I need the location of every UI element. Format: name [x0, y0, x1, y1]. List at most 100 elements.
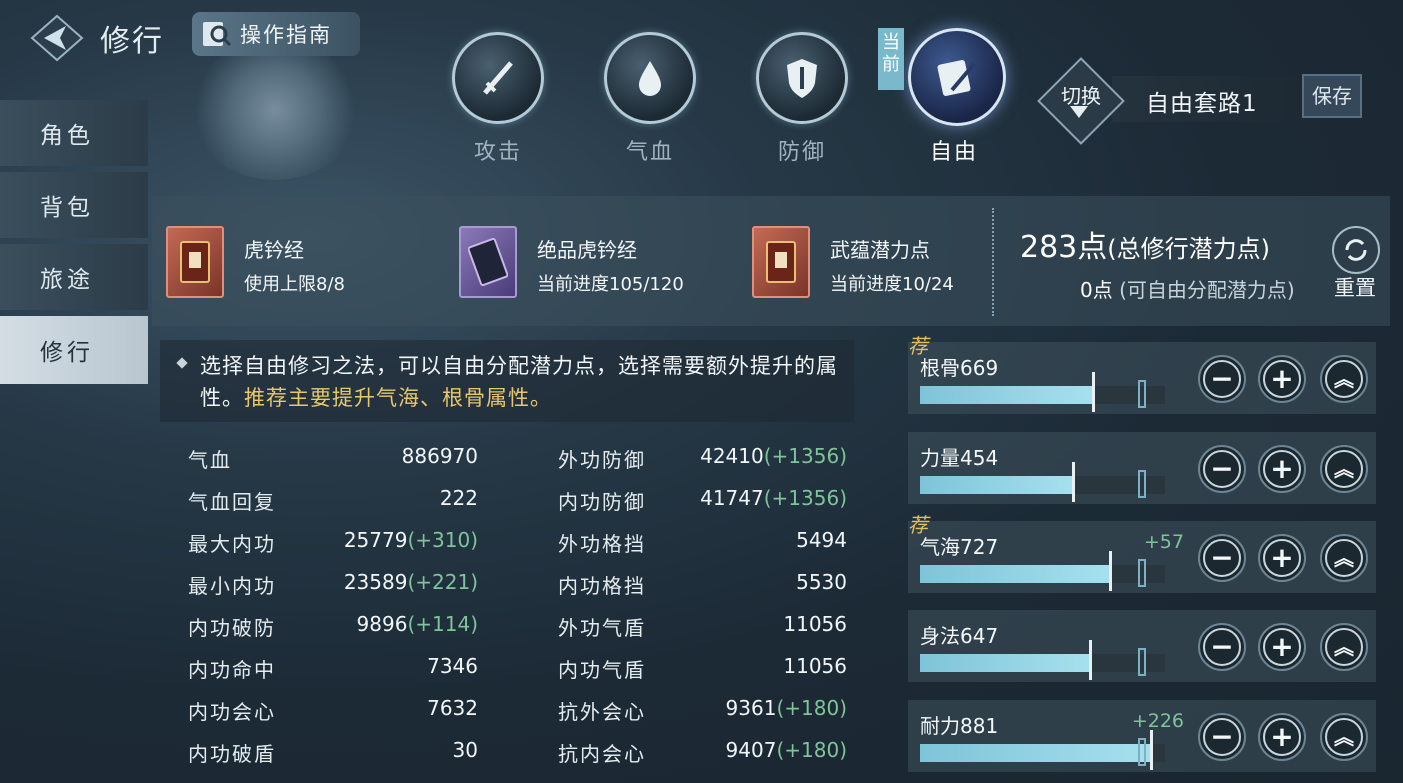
attribute-name: 根骨669 — [920, 356, 999, 380]
stat-value: 886970 — [402, 444, 478, 468]
description-highlight: 推荐主要提升气海、根骨属性。 — [244, 386, 552, 410]
minus-button[interactable]: − — [1198, 534, 1246, 582]
book-icon — [766, 241, 796, 283]
stat-value-number: 5494 — [796, 528, 847, 552]
max-button[interactable]: ︽ — [1320, 713, 1368, 761]
guide-label: 操作指南 — [240, 23, 332, 47]
stat-label: 抗内会心 — [558, 742, 646, 766]
free-points-label: (可自由分配潜力点) — [1119, 278, 1295, 302]
sidebar-item-cultivation[interactable]: 修行 — [0, 316, 148, 384]
book-icon — [180, 241, 210, 283]
attribute-bar-fill — [920, 744, 1150, 762]
switch-label: 切换 — [1061, 84, 1101, 108]
stat-value: 11056 — [783, 612, 847, 636]
stat-value: 41747(+1356) — [700, 486, 847, 510]
attribute-name: 气海727 — [920, 535, 999, 559]
double-up-icon: ︽ — [1325, 718, 1363, 756]
tab-free-label: 自由 — [929, 140, 978, 165]
back-arrow-icon — [30, 14, 84, 62]
tab-defense[interactable] — [756, 32, 848, 124]
total-points-value: 283点 — [1020, 230, 1108, 265]
stat-value-number: 5530 — [796, 570, 847, 594]
stat-bonus: (+180) — [776, 738, 847, 762]
plus-icon: + — [1263, 450, 1301, 488]
tab-defense-label: 防御 — [777, 140, 826, 165]
max-button[interactable]: ︽ — [1320, 355, 1368, 403]
sidebar-item-journey[interactable]: 旅途 — [0, 244, 148, 310]
attribute-bar-handle[interactable] — [1092, 372, 1095, 412]
minus-button[interactable]: − — [1198, 445, 1246, 493]
attribute-bar-handle[interactable] — [1150, 730, 1153, 770]
material-name: 武蕴潜力点 — [830, 238, 930, 262]
attribute-bar-marker — [1138, 738, 1146, 766]
attribute-bar-handle[interactable] — [1072, 462, 1075, 502]
attribute-name: 身法647 — [920, 624, 999, 648]
sword-icon — [483, 61, 513, 95]
attribute-bar-handle[interactable] — [1089, 640, 1092, 680]
stat-value-number: 30 — [452, 738, 478, 762]
stat-value-number: 41747 — [700, 486, 764, 510]
plus-button[interactable]: + — [1258, 534, 1306, 582]
free-points-value: 0点 — [1080, 278, 1113, 302]
stat-label: 内功防御 — [558, 490, 646, 514]
save-button[interactable]: 保存 — [1302, 74, 1362, 118]
tab-attack[interactable] — [452, 32, 544, 124]
max-button[interactable]: ︽ — [1320, 534, 1368, 582]
scroll-icon — [937, 59, 976, 97]
stat-bonus: (+114) — [407, 612, 478, 636]
stat-value: 5530 — [796, 570, 847, 594]
material-progress: 使用上限8/8 — [244, 274, 345, 295]
preset-name: 自由套路1 — [1146, 91, 1258, 117]
total-points: 283点(总修行潜力点) — [1020, 222, 1270, 266]
attribute-bar-handle[interactable] — [1109, 551, 1112, 591]
tab-free[interactable] — [908, 28, 1006, 126]
stat-value-number: 886970 — [401, 444, 478, 468]
guide-button[interactable]: 操作指南 — [192, 12, 360, 56]
sidebar-item-character[interactable]: 角色 — [0, 100, 148, 166]
stat-value-number: 11056 — [783, 654, 847, 678]
material-item-icon[interactable] — [166, 226, 224, 298]
minus-button[interactable]: − — [1198, 355, 1246, 403]
stat-label: 气血 — [188, 448, 232, 472]
attribute-bar-marker — [1138, 559, 1146, 587]
plus-button[interactable]: + — [1258, 713, 1306, 761]
stat-value: 42410(+1356) — [700, 444, 847, 468]
sidebar-item-bag[interactable]: 背包 — [0, 172, 148, 238]
max-button[interactable]: ︽ — [1320, 445, 1368, 493]
double-up-icon: ︽ — [1325, 360, 1363, 398]
stat-label: 内功会心 — [188, 700, 276, 724]
material-item-icon[interactable] — [459, 226, 517, 298]
reset-button[interactable] — [1332, 226, 1380, 274]
minus-icon: − — [1203, 628, 1241, 666]
stat-value-number: 9407 — [725, 738, 777, 762]
stat-label: 内功气盾 — [558, 658, 646, 682]
material-name: 绝品虎钤经 — [537, 238, 637, 262]
stat-value-number: 7346 — [427, 654, 478, 678]
stat-value-number: 11056 — [783, 612, 847, 636]
stat-label: 抗外会心 — [558, 700, 646, 724]
material-item-icon[interactable] — [752, 226, 810, 298]
plus-icon: + — [1263, 539, 1301, 577]
stat-value-number: 7632 — [427, 696, 478, 720]
stat-label: 外功格挡 — [558, 532, 646, 556]
book-icon — [468, 238, 508, 286]
tab-health[interactable] — [604, 32, 696, 124]
plus-button[interactable]: + — [1258, 623, 1306, 671]
plus-button[interactable]: + — [1258, 445, 1306, 493]
stat-value: 9361(+180) — [726, 696, 847, 720]
plus-button[interactable]: + — [1258, 355, 1306, 403]
stat-label: 外功防御 — [558, 448, 646, 472]
attribute-bar-fill — [920, 565, 1109, 583]
stat-label: 最大内功 — [188, 532, 276, 556]
plus-icon: + — [1263, 718, 1301, 756]
attribute-bar-marker — [1138, 380, 1146, 408]
stat-label: 内功命中 — [188, 658, 276, 682]
max-button[interactable]: ︽ — [1320, 623, 1368, 671]
divider — [992, 208, 994, 316]
minus-button[interactable]: − — [1198, 623, 1246, 671]
refresh-icon — [1345, 239, 1367, 261]
stat-value: 30 — [453, 738, 478, 762]
back-button[interactable] — [30, 14, 84, 62]
stat-value-number: 222 — [439, 486, 478, 510]
minus-button[interactable]: − — [1198, 713, 1246, 761]
